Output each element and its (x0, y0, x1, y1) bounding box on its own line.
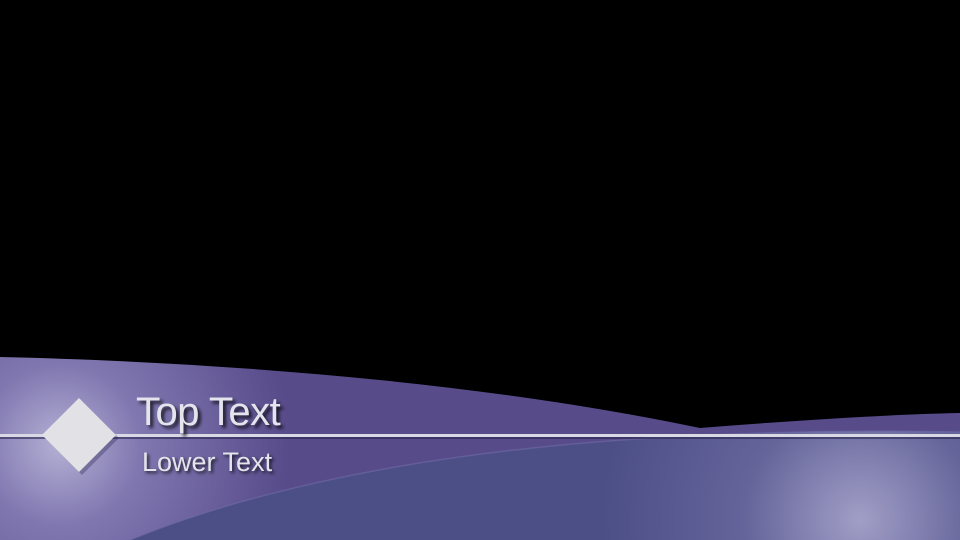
top-text: Top Text (136, 390, 281, 434)
slide-canvas: Top Text Lower Text (0, 0, 960, 540)
lower-text: Lower Text (142, 447, 273, 477)
horizontal-rule-shadow (0, 437, 960, 439)
